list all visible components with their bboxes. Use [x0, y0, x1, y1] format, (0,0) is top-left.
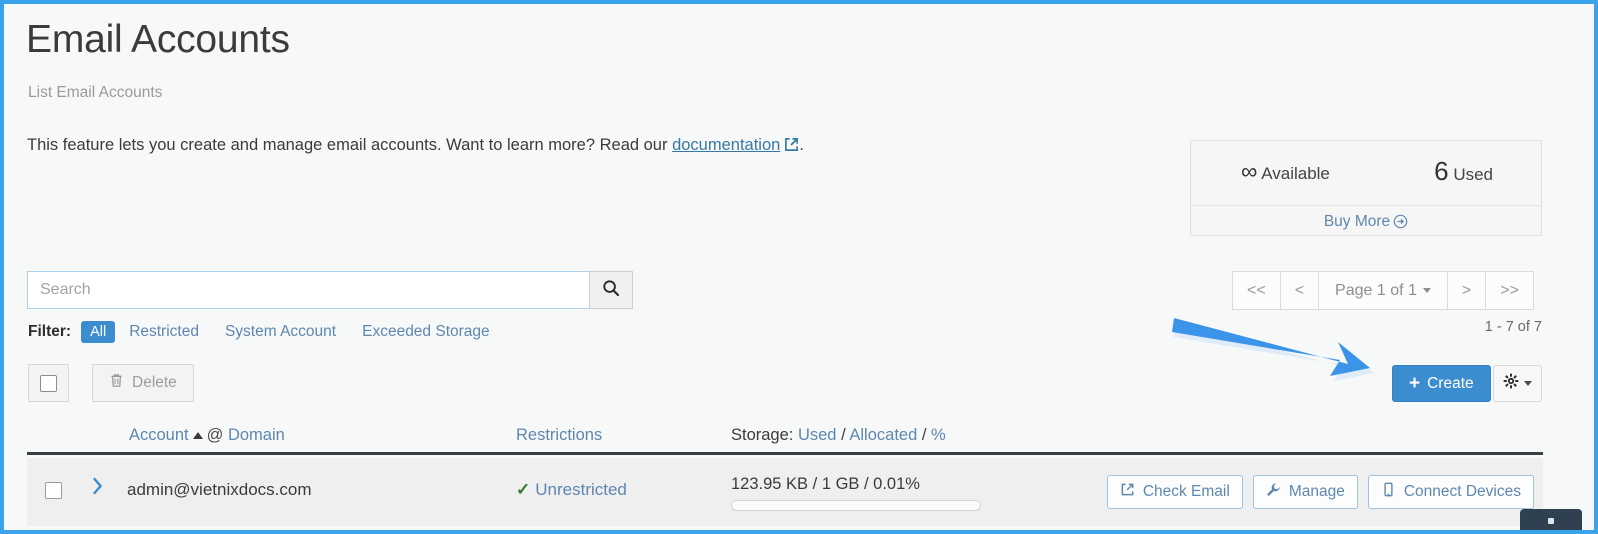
row-account-email: admin@vietnixdocs.com	[127, 480, 312, 499]
quota-available-label: Available	[1261, 164, 1330, 183]
search-bar	[27, 271, 633, 309]
create-button[interactable]: + Create	[1392, 365, 1491, 402]
corner-widget-indicator	[1548, 518, 1554, 524]
intro-text-before: This feature lets you create and manage …	[27, 136, 673, 154]
external-link-icon	[784, 137, 799, 152]
corner-widget[interactable]	[1520, 509, 1582, 530]
quota-available-value: ∞	[1241, 158, 1258, 184]
buy-more-label: Buy More	[1323, 213, 1391, 230]
filter-option-system-account[interactable]: System Account	[225, 323, 336, 341]
buy-more-link[interactable]: Buy More	[1324, 213, 1408, 230]
table-row: admin@vietnixdocs.com ✓ Unrestricted 123.…	[27, 458, 1543, 526]
intro-text: This feature lets you create and manage …	[27, 136, 804, 155]
pagination-prev-button[interactable]: <	[1279, 271, 1319, 310]
pagination-page-label: Page 1 of 1	[1335, 281, 1417, 299]
connect-devices-label: Connect Devices	[1403, 483, 1521, 500]
connect-devices-button[interactable]: Connect Devices	[1367, 475, 1534, 509]
check-email-label: Check Email	[1142, 483, 1230, 500]
chevron-down-icon	[1524, 381, 1532, 386]
search-input[interactable]	[27, 271, 589, 309]
row-restriction-status: ✓ Unrestricted	[516, 480, 627, 500]
check-icon: ✓	[516, 480, 531, 499]
pagination: << < Page 1 of 1 > >>	[1232, 271, 1534, 310]
delete-button[interactable]: Delete	[92, 364, 194, 402]
column-header-storage-percent[interactable]: %	[931, 426, 946, 444]
quota-box: ∞ Available 6 Used Buy More	[1190, 140, 1542, 236]
manage-button[interactable]: Manage	[1252, 475, 1358, 509]
create-label: Create	[1427, 374, 1474, 392]
pagination-count: 1 - 7 of 7	[1484, 319, 1542, 335]
wrench-icon	[1266, 482, 1281, 502]
intro-text-after: .	[799, 136, 804, 154]
quota-footer: Buy More	[1191, 205, 1541, 236]
row-expand-toggle[interactable]	[91, 475, 105, 502]
select-all-checkbox[interactable]	[28, 364, 69, 402]
search-button[interactable]	[589, 271, 633, 309]
gear-icon	[1503, 373, 1519, 394]
sort-ascending-icon	[192, 432, 203, 439]
filter-option-exceeded-storage[interactable]: Exceeded Storage	[362, 323, 490, 341]
row-action-buttons: Check Email Manage Connect Devices	[1106, 475, 1534, 509]
row-storage-text: 123.95 KB / 1 GB / 0.01%	[731, 475, 920, 493]
page-subtitle: List Email Accounts	[28, 84, 163, 101]
documentation-link[interactable]: documentation	[672, 136, 780, 154]
trash-icon	[109, 373, 124, 393]
manage-label: Manage	[1288, 483, 1345, 500]
quota-used-label: Used	[1453, 165, 1493, 184]
mobile-device-icon	[1381, 482, 1396, 502]
external-link-icon	[1120, 482, 1135, 502]
row-restriction-label: Unrestricted	[535, 480, 627, 499]
filter-option-restricted[interactable]: Restricted	[129, 323, 199, 341]
quota-used-value: 6	[1434, 156, 1449, 186]
chevron-down-icon	[1422, 288, 1431, 293]
column-header-domain-label: Domain	[227, 426, 285, 444]
row-checkbox[interactable]	[45, 482, 62, 499]
pagination-page-dropdown[interactable]: Page 1 of 1	[1318, 271, 1447, 310]
column-header-storage-allocated[interactable]: Allocated	[849, 426, 917, 444]
filter-option-all[interactable]: All	[81, 321, 116, 343]
pagination-last-button[interactable]: >>	[1485, 271, 1534, 310]
quota-used: 6 Used	[1434, 156, 1493, 187]
email-accounts-page: Email Accounts List Email Accounts This …	[4, 4, 1594, 530]
settings-dropdown-button[interactable]	[1493, 365, 1542, 402]
circle-arrow-icon	[1393, 209, 1408, 229]
quota-summary: ∞ Available 6 Used	[1191, 141, 1541, 205]
column-header-restrictions[interactable]: Restrictions	[516, 426, 602, 445]
column-header-storage: Storage: Used / Allocated / %	[731, 426, 946, 444]
plus-icon: +	[1409, 373, 1421, 394]
column-header-account-label: Account	[129, 426, 189, 444]
filter-label: Filter:	[28, 323, 72, 340]
pagination-first-button[interactable]: <<	[1232, 271, 1280, 310]
checkbox-icon	[40, 374, 57, 392]
column-header-storage-used[interactable]: Used	[798, 426, 837, 444]
column-header-separator: @	[206, 426, 224, 444]
column-header-storage-label: Storage:	[731, 426, 794, 444]
quota-available: ∞ Available	[1241, 158, 1330, 185]
delete-label: Delete	[132, 374, 177, 391]
table-header: Account @ Domain Restrictions Storage: Us…	[27, 422, 1543, 455]
check-email-button[interactable]: Check Email	[1106, 475, 1243, 509]
column-header-account[interactable]: Account @ Domain	[129, 426, 285, 445]
search-icon	[602, 279, 620, 302]
row-storage-progress-bar	[731, 500, 981, 511]
filter-row: Filter: All Restricted System Account Ex…	[28, 321, 516, 343]
page-title: Email Accounts	[26, 18, 290, 61]
pagination-next-button[interactable]: >	[1446, 271, 1486, 310]
annotation-arrow	[1172, 314, 1397, 386]
